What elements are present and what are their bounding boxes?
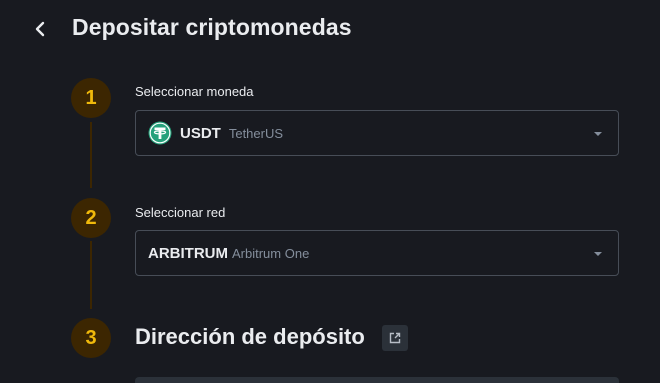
network-name: Arbitrum One	[232, 245, 310, 261]
network-select[interactable]: ARBITRUM Arbitrum One	[135, 230, 619, 276]
external-link-icon	[389, 332, 401, 344]
step-connector	[90, 241, 92, 309]
deposit-address-title: Dirección de depósito	[135, 324, 365, 349]
deposit-address-box	[135, 377, 619, 383]
step-connector	[90, 122, 92, 188]
chevron-left-icon	[35, 21, 45, 37]
coin-select[interactable]: USDT TetherUS	[135, 110, 619, 156]
page-header: Depositar criptomonedas	[0, 0, 660, 60]
caret-down-icon	[594, 250, 602, 258]
step-number-1: 1	[71, 78, 111, 118]
coin-name: TetherUS	[228, 125, 284, 141]
page-title: Depositar criptomonedas	[72, 14, 352, 40]
back-button[interactable]	[28, 16, 52, 42]
tether-icon	[148, 121, 172, 145]
coin-symbol: USDT	[180, 124, 221, 142]
external-link-button[interactable]	[382, 325, 408, 351]
step-number-3: 3	[71, 318, 111, 358]
step-label-select-network: Seleccionar red	[135, 205, 226, 220]
network-symbol: ARBITRUM	[148, 244, 228, 262]
step-number-2: 2	[71, 198, 111, 238]
step-label-select-coin: Seleccionar moneda	[135, 84, 254, 99]
caret-down-icon	[594, 130, 602, 138]
